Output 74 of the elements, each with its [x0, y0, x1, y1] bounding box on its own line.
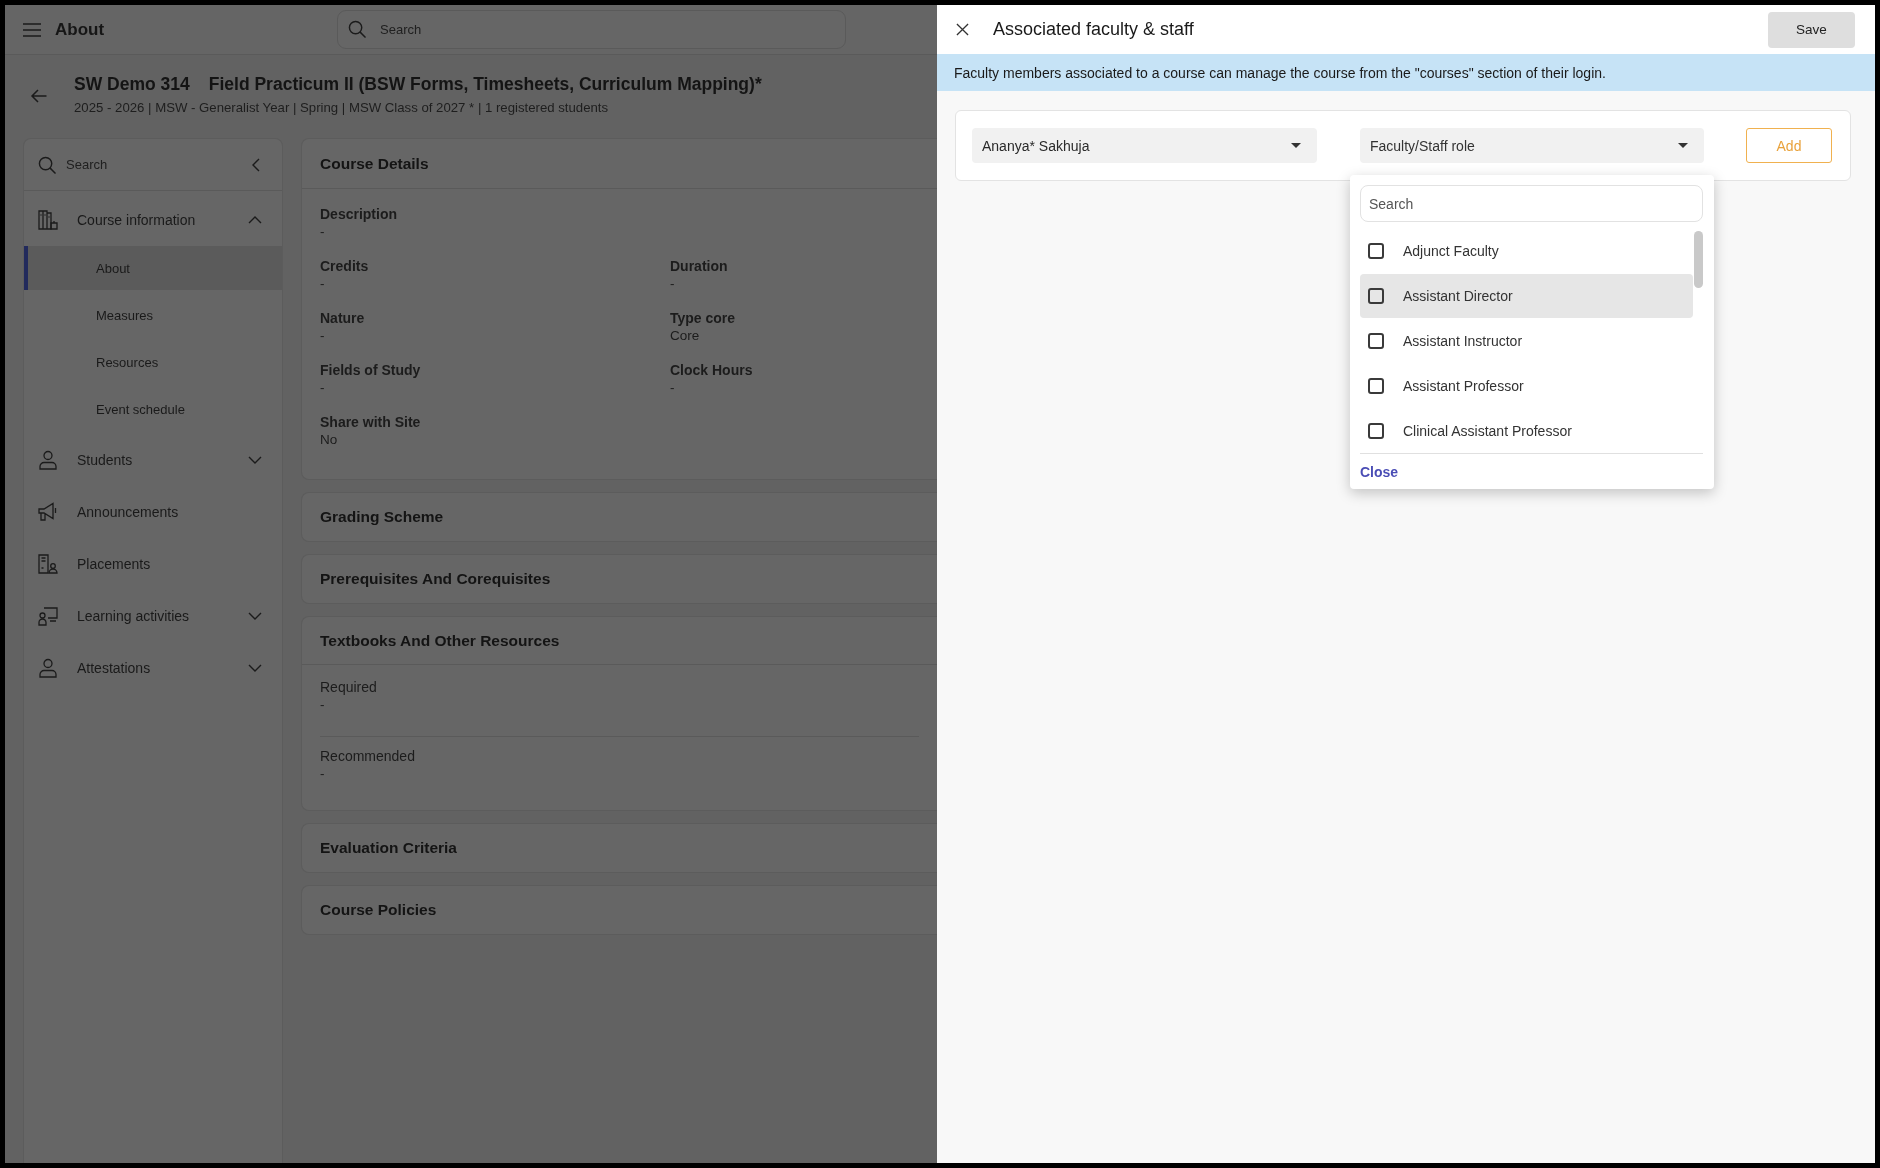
collapsed-section[interactable]: Course Policies — [301, 885, 937, 935]
role-select[interactable]: Faculty/Staff role — [1360, 128, 1704, 163]
nav-item[interactable]: Placements — [24, 538, 282, 590]
option-item[interactable]: Clinical Assistant Professor — [1360, 409, 1693, 453]
info-banner: Faculty members associated to a course can manage the course from the "courses" section of their login. — [937, 54, 1875, 91]
collapsed-section[interactable]: Grading Scheme — [301, 492, 937, 542]
add-button[interactable]: Add — [1746, 128, 1832, 163]
nav-subitem[interactable]: Measures — [24, 293, 282, 337]
checkbox[interactable] — [1368, 423, 1384, 439]
person-icon — [38, 658, 58, 678]
field-value: No — [320, 431, 338, 449]
field-value: - — [320, 765, 325, 783]
field-label: Description — [320, 205, 397, 223]
collapse-icon[interactable] — [252, 157, 260, 172]
collapsed-section[interactable]: Evaluation Criteria — [301, 823, 937, 873]
board-person-icon — [38, 606, 58, 626]
save-button[interactable]: Save — [1768, 11, 1855, 48]
collapsed-section[interactable]: Prerequisites And Corequisites — [301, 554, 937, 604]
back-arrow-icon[interactable] — [30, 88, 47, 104]
search-icon — [348, 20, 366, 38]
course-code: SW Demo 314 — [74, 73, 190, 96]
document-person-icon — [38, 554, 58, 574]
section-header[interactable]: Course Details — [302, 139, 937, 189]
field-label: Credits — [320, 257, 369, 275]
search-icon — [38, 155, 56, 174]
field-label: Clock Hours — [670, 361, 753, 379]
nav-subitem[interactable]: About — [24, 246, 282, 290]
field-label: Nature — [320, 309, 365, 327]
field-label: Fields of Study — [320, 361, 421, 379]
field-value: - — [320, 275, 325, 293]
section-header[interactable]: Textbooks And Other Resources — [302, 617, 937, 665]
caret-icon — [1291, 143, 1301, 148]
option-item[interactable]: Assistant Professor — [1360, 364, 1693, 408]
checkbox[interactable] — [1368, 243, 1384, 259]
nav-item[interactable]: Learning activities — [24, 590, 282, 642]
field-label: Recommended — [320, 747, 415, 765]
course-meta: 2025 - 2026 | MSW - Generalist Year | Spring | MSW Class of 2027 * | 1 registered students — [74, 99, 610, 116]
nav-item[interactable]: Students — [24, 434, 282, 486]
option-item[interactable]: Assistant Instructor — [1360, 319, 1693, 363]
panel-title: Associated faculty & staff — [993, 19, 1194, 40]
books-icon — [38, 210, 58, 230]
menu-icon[interactable] — [23, 22, 41, 37]
page-title: About — [55, 19, 105, 40]
person-icon — [38, 450, 58, 470]
checkbox[interactable] — [1368, 288, 1384, 304]
scrollbar-thumb[interactable] — [1694, 231, 1703, 288]
nav-item[interactable]: Attestations — [24, 642, 282, 694]
field-value: Core — [670, 327, 700, 345]
field-label: Share with Site — [320, 413, 421, 431]
caret-icon — [1678, 143, 1688, 148]
field-label: Required — [320, 678, 377, 696]
course-title: Field Practicum II (BSW Forms, Timesheets, Curriculum Mapping)* — [208, 73, 762, 96]
checkbox[interactable] — [1368, 378, 1384, 394]
option-item[interactable]: Assistant Director — [1360, 274, 1693, 318]
field-label: Duration — [670, 257, 728, 275]
field-value: - — [320, 223, 325, 241]
close-icon[interactable] — [956, 23, 969, 36]
nav-subitem[interactable]: Resources — [24, 340, 282, 384]
field-value: - — [320, 327, 325, 345]
field-value: - — [670, 275, 675, 293]
search-field[interactable]: Search — [66, 149, 242, 180]
option-item[interactable]: Adjunct Faculty — [1360, 229, 1693, 273]
field-label: Type core — [670, 309, 736, 327]
nav-item[interactable]: Course information — [24, 194, 282, 246]
field-value: - — [320, 696, 325, 714]
nav-subitem[interactable]: Event schedule — [24, 387, 282, 431]
close-link[interactable]: Close — [1360, 463, 1399, 480]
nav-item[interactable]: Announcements — [24, 486, 282, 538]
person-select[interactable]: Ananya* Sakhuja — [972, 128, 1317, 163]
field-value: - — [320, 379, 325, 397]
megaphone-icon — [38, 502, 58, 522]
search-field[interactable]: Search — [337, 10, 846, 49]
checkbox[interactable] — [1368, 333, 1384, 349]
field-value: - — [670, 379, 675, 397]
